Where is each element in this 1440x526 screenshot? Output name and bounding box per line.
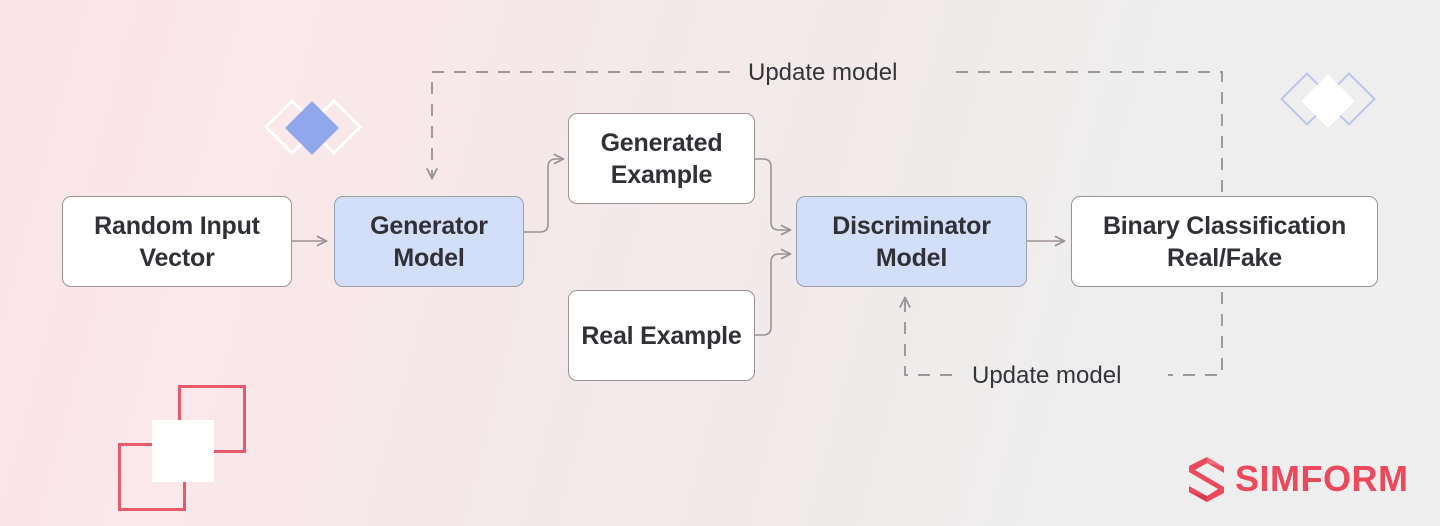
feedback-top-right-segment	[952, 71, 1223, 192]
connector-real-to-discriminator	[755, 248, 792, 336]
node-label: Discriminator Model	[832, 211, 991, 272]
node-discriminator-model[interactable]: Discriminator Model	[796, 196, 1027, 287]
node-random-input-vector[interactable]: Random Input Vector	[62, 196, 292, 287]
node-real-example[interactable]: Real Example	[568, 290, 755, 381]
simform-logo: SIMFORM	[1183, 456, 1408, 502]
node-label: Generator Model	[370, 211, 488, 272]
square-filled-icon	[152, 420, 214, 482]
node-label: Random Input Vector	[94, 211, 260, 272]
simform-logo-mark-icon	[1189, 457, 1224, 502]
node-generator-model[interactable]: Generator Model	[334, 196, 524, 287]
decoration-diamonds-right	[1280, 72, 1376, 128]
node-label: Generated Example	[600, 128, 723, 189]
connector-generator-to-generated	[524, 153, 565, 233]
diagram-canvas: Update model Update model Random Input V…	[0, 0, 1440, 526]
node-label: Real Example	[581, 321, 742, 350]
decoration-squares	[110, 385, 250, 511]
node-label: Binary Classification Real/Fake	[1102, 211, 1347, 272]
feedback-bottom-left-segment	[899, 296, 952, 376]
feedback-label-bottom: Update model	[972, 362, 1122, 389]
feedback-label-top: Update model	[748, 59, 898, 86]
node-generated-example[interactable]: Generated Example	[568, 113, 755, 204]
feedback-bottom-right-segment	[1168, 292, 1223, 376]
connector-generated-to-discriminator	[755, 158, 792, 236]
decoration-diamonds-left	[263, 98, 363, 156]
simform-logo-text: SIMFORM	[1235, 458, 1409, 499]
node-binary-classification[interactable]: Binary Classification Real/Fake	[1071, 196, 1378, 287]
